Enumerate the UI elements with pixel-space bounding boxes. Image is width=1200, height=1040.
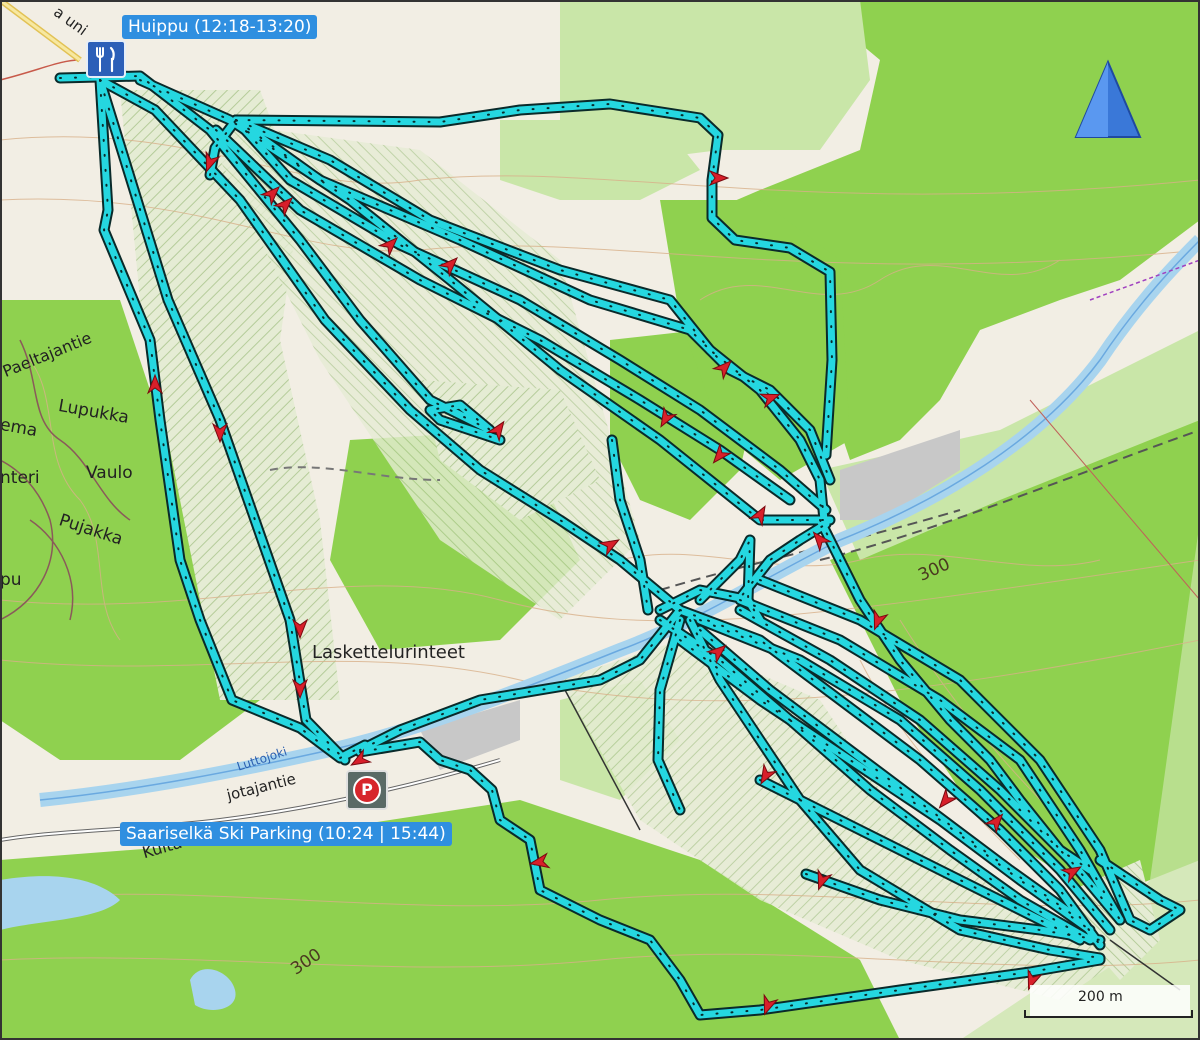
place-label-vaulo: Vaulo <box>86 463 133 483</box>
parking-icon[interactable]: P <box>346 770 388 810</box>
place-label-enteri: nteri <box>0 468 40 488</box>
scale-label: 200 m <box>1078 989 1123 1005</box>
summit-waypoint-label[interactable]: Huippu (12:18-13:20) <box>122 15 318 39</box>
parking-waypoint-label[interactable]: Saariselkä Ski Parking (10:24 | 15:44) <box>120 822 452 846</box>
slopes-label: Laskettelurinteet <box>312 642 465 663</box>
restaurant-icon[interactable] <box>86 40 126 78</box>
place-label-pu: pu <box>0 570 22 590</box>
map-canvas[interactable] <box>0 0 1200 1040</box>
